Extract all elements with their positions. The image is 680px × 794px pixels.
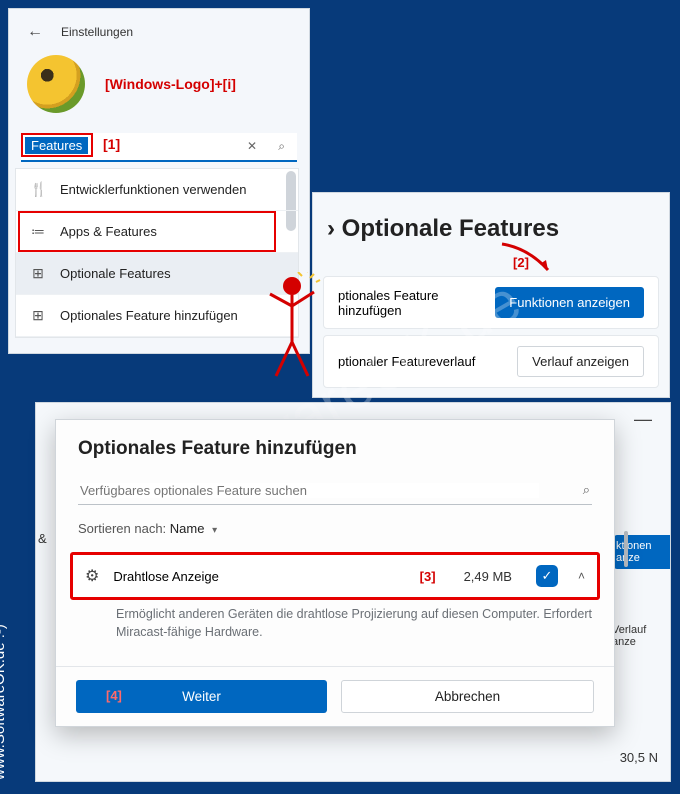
bg-button-fragment-1[interactable]: ktionen anze bbox=[614, 535, 670, 569]
grid-icon: ⊞ bbox=[30, 265, 46, 282]
bg-fragment-left: & bbox=[38, 531, 47, 546]
dialog-search-row: ⌕ bbox=[78, 476, 592, 505]
optional-features-panel: › Optionale Features [2] ptionales Featu… bbox=[312, 192, 670, 398]
next-button[interactable]: [4] Weiter bbox=[76, 680, 327, 713]
result-label: Optionale Features bbox=[60, 266, 171, 281]
sort-label: Sortieren nach: bbox=[78, 521, 166, 536]
chevron-down-icon: ▾ bbox=[212, 525, 217, 536]
add-feature-dialog: Optionales Feature hinzufügen ⌕ Sortiere… bbox=[55, 419, 615, 727]
annotation-2: [2] bbox=[373, 255, 669, 270]
feature-item-wireless-display[interactable]: ⚙ Drahtlose Anzeige [3] 2,49 MB ✓ ˄ bbox=[70, 552, 600, 600]
sort-value: Name bbox=[170, 521, 205, 536]
dialog-title: Optionales Feature hinzufügen bbox=[56, 420, 614, 472]
user-avatar[interactable] bbox=[27, 55, 85, 113]
shortcut-annotation: [Windows-Logo]+[i] bbox=[105, 76, 236, 92]
result-optional-features[interactable]: ⊞ Optionale Features bbox=[16, 253, 298, 295]
feature-search-input[interactable] bbox=[80, 483, 539, 498]
chevron-up-icon[interactable]: ˄ bbox=[578, 569, 585, 583]
result-label: Apps & Features bbox=[60, 224, 157, 239]
grid-plus-icon: ⊞ bbox=[30, 307, 46, 324]
add-feature-label: ptionales Feature hinzufügen bbox=[338, 288, 495, 318]
developer-icon: 🍴 bbox=[30, 181, 46, 198]
next-button-label: Weiter bbox=[182, 689, 221, 704]
bg-size-fragment: 30,5 N bbox=[620, 750, 658, 765]
breadcrumb: › Optionale Features bbox=[313, 193, 669, 259]
annotation-3: [3] bbox=[420, 569, 436, 584]
result-add-optional-feature[interactable]: ⊞ Optionales Feature hinzufügen bbox=[16, 295, 298, 337]
apps-icon: ≔ bbox=[30, 223, 46, 240]
add-feature-row: ptionales Feature hinzufügen Funktionen … bbox=[323, 276, 659, 329]
search-row: Features [1] ✕ ⌕ bbox=[21, 133, 297, 162]
settings-title: Einstellungen bbox=[61, 25, 133, 39]
feature-item-description: Ermöglicht anderen Geräten die drahtlose… bbox=[116, 606, 592, 641]
side-watermark: www.SoftwareOK.de :-) bbox=[0, 624, 8, 780]
feature-checkbox[interactable]: ✓ bbox=[536, 565, 558, 587]
search-icon[interactable]: ⌕ bbox=[278, 139, 285, 154]
feature-item-name: Drahtlose Anzeige bbox=[113, 569, 391, 584]
bg-button-fragment-2[interactable]: Verlauf anze bbox=[610, 621, 670, 651]
search-icon[interactable]: ⌕ bbox=[583, 482, 590, 498]
clear-icon[interactable]: ✕ bbox=[247, 139, 257, 153]
cancel-button[interactable]: Abbrechen bbox=[341, 680, 594, 713]
dialog-footer: [4] Weiter Abbrechen bbox=[56, 666, 614, 726]
show-history-button[interactable]: Verlauf anzeigen bbox=[517, 346, 644, 377]
result-apps-features[interactable]: ≔ Apps & Features bbox=[16, 211, 298, 253]
settings-search-panel: ← Einstellungen [Windows-Logo]+[i] Featu… bbox=[8, 8, 310, 354]
result-label: Optionales Feature hinzufügen bbox=[60, 308, 238, 323]
collapse-icon[interactable]: — bbox=[634, 409, 652, 430]
puzzle-icon: ⚙ bbox=[85, 566, 99, 586]
feature-history-label: ptionaler Featureverlauf bbox=[338, 354, 475, 369]
sort-row[interactable]: Sortieren nach: Name ▾ bbox=[56, 515, 614, 546]
result-label: Entwicklerfunktionen verwenden bbox=[60, 182, 246, 197]
annotation-1: [1] bbox=[103, 136, 120, 152]
search-results: 🍴 Entwicklerfunktionen verwenden ≔ Apps … bbox=[15, 168, 299, 338]
feature-history-row: ptionaler Featureverlauf Verlauf anzeige… bbox=[323, 335, 659, 388]
breadcrumb-sep: › bbox=[327, 215, 335, 242]
back-arrow-icon[interactable]: ← bbox=[27, 23, 43, 41]
annotation-4: [4] bbox=[106, 688, 122, 703]
feature-item-size: 2,49 MB bbox=[464, 569, 512, 584]
breadcrumb-current: Optionale Features bbox=[342, 215, 559, 242]
show-functions-button[interactable]: Funktionen anzeigen bbox=[495, 287, 644, 318]
bg-scrollbar[interactable] bbox=[624, 531, 628, 567]
result-developer-functions[interactable]: 🍴 Entwicklerfunktionen verwenden bbox=[16, 169, 298, 211]
search-selection: Features bbox=[25, 137, 88, 154]
